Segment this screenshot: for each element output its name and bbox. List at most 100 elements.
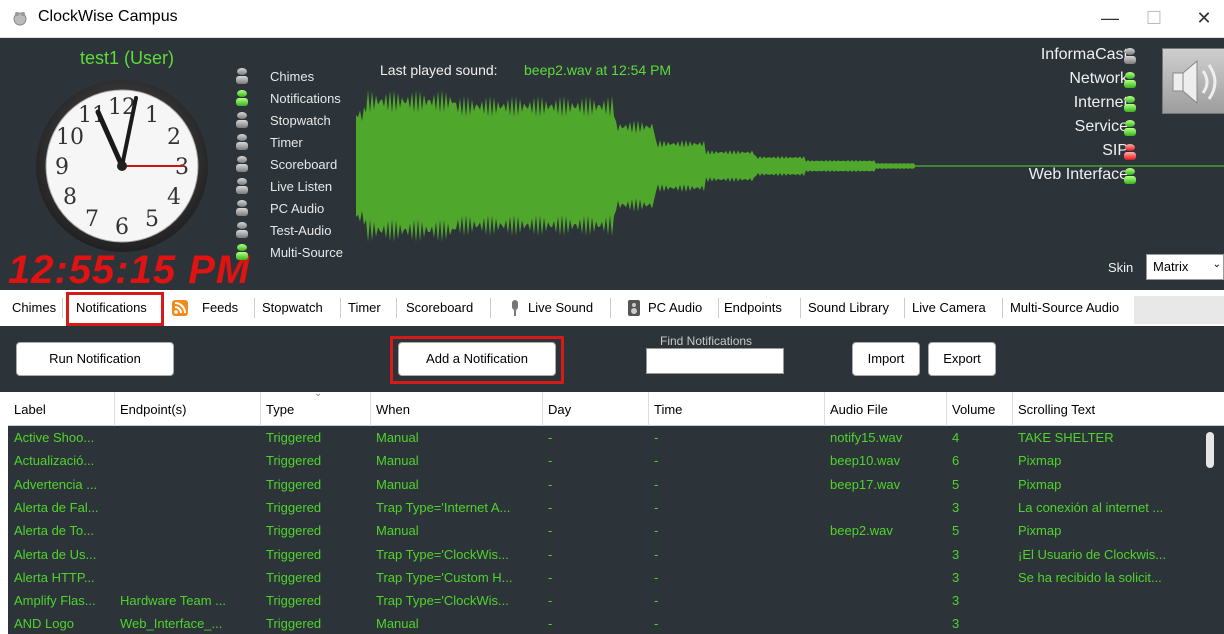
table-header: Label Endpoint(s) Type When Day Time Audio Fil… bbox=[8, 388, 1224, 426]
tab-stopwatch[interactable]: Stopwatch bbox=[262, 300, 323, 315]
table-cell: 5 bbox=[952, 476, 960, 492]
maximize-button[interactable]: ☐ bbox=[1134, 4, 1174, 32]
module-label: Stopwatch bbox=[270, 113, 331, 128]
tab-pc-audio[interactable]: PC Audio bbox=[648, 300, 702, 315]
column-header[interactable]: When bbox=[376, 402, 410, 417]
tab-bar-fill bbox=[1134, 296, 1224, 324]
run-notification-button[interactable]: Run Notification bbox=[16, 342, 174, 376]
table-row[interactable]: Alerta de To... Triggered Manual - - beep2.wa… bbox=[8, 521, 1198, 540]
skin-value: Matrix bbox=[1153, 259, 1189, 274]
status-led-green-icon bbox=[1124, 120, 1136, 136]
service-status-label: InformaCast bbox=[1040, 46, 1128, 63]
notifications-table: Label Endpoint(s) Type When Day Time Audio Fil… bbox=[8, 388, 1224, 634]
table-row[interactable]: Alerta de Fal... Triggered Trap Type='Inte… bbox=[8, 498, 1198, 517]
skin-select[interactable]: Matrix ⌄ bbox=[1146, 254, 1224, 280]
table-cell: Trap Type='Custom H... bbox=[376, 569, 513, 585]
table-cell: ¡El Usuario de Clockwis... bbox=[1018, 546, 1167, 562]
tab-divider bbox=[1002, 298, 1003, 318]
tab-scoreboard[interactable]: Scoreboard bbox=[406, 300, 473, 315]
tab-divider bbox=[718, 298, 719, 318]
export-button[interactable]: Export bbox=[928, 342, 996, 376]
status-led-gray-icon bbox=[236, 134, 248, 150]
table-cell: Alerta de Fal... bbox=[14, 499, 99, 515]
tab-live-camera[interactable]: Live Camera bbox=[912, 300, 986, 315]
status-led-green-icon bbox=[1124, 96, 1136, 112]
column-header[interactable]: Scrolling Text bbox=[1018, 402, 1095, 417]
status-led-green-icon bbox=[1124, 72, 1136, 88]
tab-live-sound[interactable]: Live Sound bbox=[528, 300, 593, 315]
table-row[interactable]: Advertencia ... Triggered Manual - - beep17.w… bbox=[8, 475, 1198, 494]
vertical-scrollbar[interactable] bbox=[1198, 426, 1224, 634]
column-header[interactable]: Time bbox=[654, 402, 682, 417]
sort-indicator-icon: ⌄ bbox=[314, 388, 323, 399]
status-led-red-icon bbox=[1124, 144, 1136, 160]
table-cell: - bbox=[548, 430, 553, 445]
tab-divider bbox=[800, 298, 801, 318]
tab-chimes[interactable]: Chimes bbox=[12, 300, 56, 315]
table-cell: Trap Type='Internet A... bbox=[376, 499, 511, 515]
column-header[interactable]: Day bbox=[548, 402, 571, 417]
table-cell: AND Logo bbox=[14, 616, 74, 632]
column-divider bbox=[946, 392, 947, 426]
import-button[interactable]: Import bbox=[852, 342, 920, 376]
module-label: Chimes bbox=[270, 69, 315, 84]
table-cell: Triggered bbox=[266, 546, 322, 562]
table-cell: - bbox=[654, 546, 659, 562]
find-notifications-input[interactable] bbox=[646, 348, 784, 374]
module-label: Timer bbox=[270, 135, 303, 150]
column-header[interactable]: Volume bbox=[952, 402, 995, 417]
tab-multi-source-audio[interactable]: Multi-Source Audio bbox=[1010, 300, 1119, 315]
column-header[interactable]: Endpoint(s) bbox=[120, 402, 186, 417]
table-cell: Advertencia ... bbox=[14, 476, 98, 492]
table-cell: beep17.wav bbox=[830, 476, 901, 492]
table-cell: La conexión al internet ... bbox=[1018, 499, 1164, 515]
status-led-gray-icon bbox=[236, 68, 248, 84]
tab-sound-library[interactable]: Sound Library bbox=[808, 300, 889, 315]
table-cell: Hardware Team ... bbox=[120, 593, 226, 609]
speaker-icon[interactable] bbox=[1162, 48, 1224, 114]
table-cell: Triggered bbox=[266, 616, 322, 632]
status-led-gray-icon bbox=[236, 178, 248, 194]
table-row[interactable]: Amplify Flas... Hardware Team ... Triggere… bbox=[8, 591, 1198, 610]
rss-icon bbox=[172, 300, 188, 316]
column-header[interactable]: Label bbox=[14, 402, 46, 417]
table-cell: Pixmap bbox=[1018, 523, 1062, 539]
table-cell: - bbox=[548, 569, 553, 585]
app-icon bbox=[13, 12, 27, 26]
table-cell: Manual bbox=[376, 523, 419, 539]
tab-feeds[interactable]: Feeds bbox=[202, 300, 238, 315]
analog-clock: 12 1234567891011 bbox=[36, 80, 208, 252]
table-cell: Alerta de To... bbox=[14, 523, 94, 539]
status-led-green-icon bbox=[236, 244, 248, 260]
table-cell: - bbox=[654, 430, 659, 445]
table-cell: Amplify Flas... bbox=[14, 593, 96, 609]
column-header[interactable]: Type bbox=[266, 402, 294, 417]
table-cell: Triggered bbox=[266, 523, 322, 539]
scrollbar-thumb[interactable] bbox=[1206, 432, 1214, 468]
table-row[interactable]: AND Logo Web_Interface_... Triggered Manual… bbox=[8, 614, 1198, 633]
column-divider bbox=[370, 392, 371, 426]
tab-endpoints[interactable]: Endpoints bbox=[724, 300, 782, 315]
service-status-label: Web Interface bbox=[1028, 166, 1128, 183]
module-label: Scoreboard bbox=[270, 157, 338, 172]
status-led-gray-icon bbox=[236, 222, 248, 238]
pc-speaker-icon bbox=[628, 300, 640, 316]
tab-divider bbox=[340, 298, 341, 318]
table-row[interactable]: Alerta de Us... Triggered Trap Type='Clock… bbox=[8, 545, 1198, 564]
table-row[interactable]: Active Shoo... Triggered Manual - - notify15.… bbox=[8, 428, 1198, 447]
tab-timer[interactable]: Timer bbox=[348, 300, 381, 315]
table-cell: Triggered bbox=[266, 499, 322, 515]
table-row[interactable]: Alerta HTTP... Triggered Trap Type='Custom… bbox=[8, 568, 1198, 587]
table-row[interactable]: Actualizació... Triggered Manual - - beep10.w… bbox=[8, 451, 1198, 470]
table-cell: 4 bbox=[952, 430, 960, 445]
minimize-button[interactable]: — bbox=[1090, 4, 1130, 32]
digital-clock: 12:55:15 PM bbox=[8, 248, 251, 292]
column-header[interactable]: Audio File bbox=[830, 402, 888, 417]
service-status-label: Network bbox=[1069, 70, 1128, 87]
table-cell: 3 bbox=[952, 569, 960, 585]
table-cell: - bbox=[548, 616, 553, 632]
table-cell: Triggered bbox=[266, 476, 322, 492]
close-button[interactable]: ✕ bbox=[1184, 4, 1224, 32]
window-title: ClockWise Campus bbox=[38, 8, 178, 25]
table-cell: Web_Interface_... bbox=[120, 616, 223, 632]
